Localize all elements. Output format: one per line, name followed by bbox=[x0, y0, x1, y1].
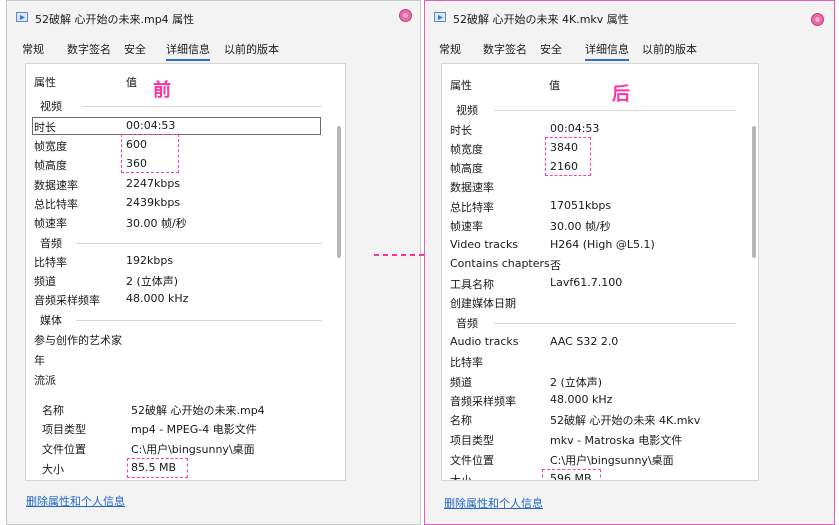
tab-digital-signatures[interactable]: 数字签名 bbox=[483, 41, 527, 57]
details-panel: 属性 值 前 视频 时长 00:04:53 帧宽度 600 帧高度 360 数据速率 2… bbox=[25, 63, 346, 481]
row-audio-tracks[interactable]: Audio tracks AAC S32 2.0 bbox=[450, 335, 740, 353]
row-sample-rate[interactable]: 音频采样频率 48.000 kHz bbox=[450, 393, 740, 411]
row-year[interactable]: 年 bbox=[34, 352, 314, 370]
video-file-icon bbox=[16, 12, 28, 22]
row-data-rate[interactable]: 数据速率 2247kbps bbox=[34, 177, 314, 195]
video-file-icon bbox=[434, 12, 446, 22]
row-item-type[interactable]: 项目类型 mkv - Matroska 电影文件 bbox=[450, 432, 740, 450]
row-channels[interactable]: 频道 2 (立体声) bbox=[450, 374, 740, 392]
tab-security[interactable]: 安全 bbox=[124, 41, 146, 57]
window-title: 52破解 心开始の未来.mp4 属性 bbox=[35, 13, 195, 26]
scrollbar-thumb[interactable] bbox=[752, 126, 756, 258]
row-frame-height[interactable]: 帧高度 2160 bbox=[450, 160, 740, 178]
close-icon[interactable] bbox=[811, 13, 824, 26]
tab-digital-signatures[interactable]: 数字签名 bbox=[67, 41, 111, 57]
details-panel: 属性 值 后 视频 时长 00:04:53 帧宽度 3840 帧高度 2160 数据速… bbox=[441, 63, 759, 481]
title-bar: 52破解 心开始の未来.mp4 属性 bbox=[7, 1, 420, 35]
column-header-value[interactable]: 值 bbox=[549, 77, 609, 95]
highlight-resolution bbox=[121, 134, 179, 173]
row-genre[interactable]: 流派 bbox=[34, 372, 314, 390]
divider bbox=[76, 243, 322, 244]
details-list[interactable]: 属性 值 前 视频 时长 00:04:53 帧宽度 600 帧高度 360 数据速率 2… bbox=[26, 64, 345, 480]
divider bbox=[494, 110, 736, 111]
tab-general[interactable]: 常规 bbox=[22, 41, 44, 57]
highlight-resolution bbox=[545, 137, 591, 176]
row-media-created[interactable]: 创建媒体日期 bbox=[450, 295, 740, 313]
divider bbox=[494, 323, 736, 324]
row-frame-rate[interactable]: 帧速率 30.00 帧/秒 bbox=[450, 218, 740, 236]
tab-security[interactable]: 安全 bbox=[540, 41, 562, 57]
row-total-bitrate[interactable]: 总比特率 17051kbps bbox=[450, 199, 740, 217]
title-bar: 52破解 心开始の未来 4K.mkv 属性 bbox=[425, 1, 834, 35]
tab-previous-versions[interactable]: 以前的版本 bbox=[224, 41, 279, 57]
row-data-rate[interactable]: 数据速率 bbox=[450, 179, 740, 197]
right-properties-dialog: 52破解 心开始の未来 4K.mkv 属性 常规 数字签名 安全 详细信息 以前… bbox=[424, 0, 835, 525]
row-tool-name[interactable]: 工具名称 Lavf61.7.100 bbox=[450, 276, 740, 294]
row-frame-rate[interactable]: 帧速率 30.00 帧/秒 bbox=[34, 215, 314, 233]
scrollbar-thumb[interactable] bbox=[337, 126, 341, 258]
row-audio-bitrate[interactable]: 比特率 bbox=[450, 354, 740, 372]
row-item-type[interactable]: 项目类型 mp4 - MPEG-4 电影文件 bbox=[42, 421, 322, 439]
row-sample-rate[interactable]: 音频采样频率 48.000 kHz bbox=[34, 292, 314, 310]
row-location[interactable]: 文件位置 C:\用户\bingsunny\桌面 bbox=[450, 452, 740, 470]
tab-details[interactable]: 详细信息 bbox=[585, 41, 629, 61]
remove-properties-link[interactable]: 删除属性和个人信息 bbox=[444, 495, 543, 511]
close-icon[interactable] bbox=[399, 9, 412, 22]
tab-bar: 常规 数字签名 安全 详细信息 以前的版本 bbox=[425, 39, 834, 61]
row-duration[interactable]: 时长 00:04:53 bbox=[450, 122, 740, 140]
row-audio-bitrate[interactable]: 比特率 192kbps bbox=[34, 254, 314, 272]
row-frame-width[interactable]: 帧宽度 3840 bbox=[450, 141, 740, 159]
row-name[interactable]: 名称 52破解 心开始の未来.mp4 bbox=[42, 402, 322, 420]
row-channels[interactable]: 频道 2 (立体声) bbox=[34, 273, 314, 291]
divider bbox=[82, 106, 322, 107]
window-title: 52破解 心开始の未来 4K.mkv 属性 bbox=[453, 13, 629, 26]
divider bbox=[76, 320, 322, 321]
tab-previous-versions[interactable]: 以前的版本 bbox=[642, 41, 697, 57]
row-artist[interactable]: 参与创作的艺术家 bbox=[34, 332, 314, 350]
left-properties-dialog: 52破解 心开始の未来.mp4 属性 常规 数字签名 安全 详细信息 以前的版本… bbox=[6, 0, 421, 525]
row-total-bitrate[interactable]: 总比特率 2439kbps bbox=[34, 196, 314, 214]
tab-bar: 常规 数字签名 安全 详细信息 以前的版本 bbox=[7, 39, 420, 61]
tab-general[interactable]: 常规 bbox=[439, 41, 461, 57]
row-contains-chapters[interactable]: Contains chapters 否 bbox=[450, 257, 740, 275]
row-location[interactable]: 文件位置 C:\用户\bingsunny\桌面 bbox=[42, 441, 322, 459]
highlight-size bbox=[127, 458, 188, 478]
details-list[interactable]: 属性 值 后 视频 时长 00:04:53 帧宽度 3840 帧高度 2160 数据速… bbox=[442, 64, 758, 480]
row-name[interactable]: 名称 52破解 心开始の未来 4K.mkv bbox=[450, 412, 740, 430]
remove-properties-link[interactable]: 删除属性和个人信息 bbox=[26, 493, 125, 509]
highlight-size bbox=[542, 469, 601, 480]
row-video-tracks[interactable]: Video tracks H264 (High @L5.1) bbox=[450, 238, 740, 256]
tab-details[interactable]: 详细信息 bbox=[166, 41, 210, 61]
